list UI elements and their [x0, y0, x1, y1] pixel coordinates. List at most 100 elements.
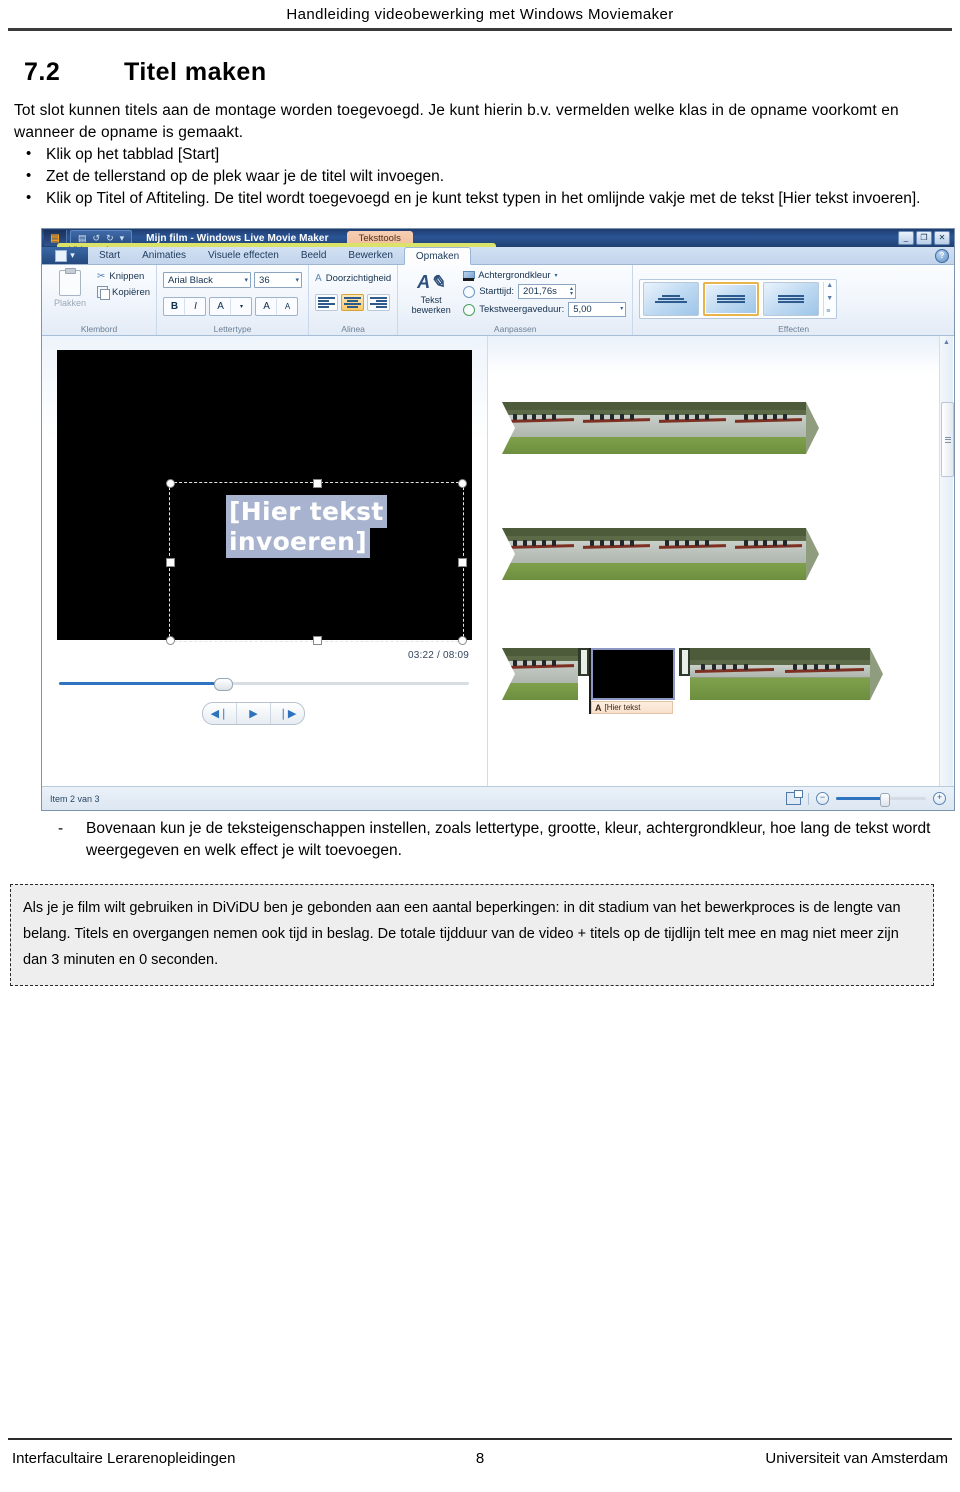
effect-thumb-sparkle-selected[interactable]: [703, 282, 760, 316]
tab-beeld[interactable]: Beeld: [290, 247, 338, 264]
group-label-lettertype: Lettertype: [213, 324, 252, 334]
instruction-list: Klik op het tabblad [Start] Zet de telle…: [14, 143, 944, 210]
next-frame-button[interactable]: ❘▶: [271, 703, 304, 724]
clipboard-icon: [59, 268, 81, 296]
maximize-icon[interactable]: ❐: [916, 231, 932, 245]
copy-button[interactable]: Kopiëren: [97, 286, 150, 300]
video-thumbnail[interactable]: [780, 648, 870, 700]
shrink-font-button[interactable]: A: [277, 298, 297, 315]
italic-button[interactable]: I: [185, 298, 205, 315]
close-icon[interactable]: ✕: [934, 231, 950, 245]
spinner-arrows-icon[interactable]: ▴ ▾: [570, 286, 573, 297]
edit-text-button[interactable]: A✎ Tekst bewerken: [404, 268, 458, 315]
storyboard-row[interactable]: [502, 528, 819, 580]
zoom-in-button[interactable]: +: [933, 792, 946, 805]
gallery-more-icon[interactable]: ≡: [826, 308, 833, 316]
tab-animaties[interactable]: Animaties: [131, 247, 197, 264]
minimize-icon[interactable]: _: [898, 231, 914, 245]
seek-handle[interactable]: [214, 678, 233, 691]
tab-visuele-effecten[interactable]: Visuele effecten: [197, 247, 290, 264]
resize-handle[interactable]: [166, 636, 175, 645]
background-color-button[interactable]: Achtergrondkleur ▾: [463, 270, 626, 281]
resize-handle[interactable]: [458, 558, 467, 567]
video-thumbnail[interactable]: [578, 402, 654, 454]
storyboard-row[interactable]: [502, 402, 819, 454]
video-thumbnail[interactable]: [730, 402, 806, 454]
effect-thumb-fly-in[interactable]: [643, 282, 700, 316]
chevron-down-icon[interactable]: ▾: [620, 306, 623, 312]
video-thumbnail[interactable]: [578, 528, 654, 580]
zoom-out-button[interactable]: −: [816, 792, 829, 805]
play-button[interactable]: ▶: [237, 703, 271, 724]
chevron-down-icon[interactable]: ▾: [120, 233, 125, 243]
align-center-button[interactable]: [341, 294, 365, 311]
scroll-down-icon[interactable]: ▼: [826, 295, 833, 303]
file-menu-button[interactable]: ▾: [42, 247, 88, 264]
paste-button[interactable]: Plakken: [48, 268, 92, 308]
chevron-down-icon[interactable]: ▾: [231, 298, 251, 315]
video-preview[interactable]: [Hier tekst invoeren]: [57, 350, 472, 645]
transparency-button[interactable]: A Doorzichtigheid: [315, 273, 391, 284]
undo-icon[interactable]: ↺: [93, 233, 101, 243]
section-number: 7.2: [24, 58, 61, 86]
scroll-up-icon[interactable]: ▲: [826, 282, 833, 290]
scroll-up-icon[interactable]: ▲: [940, 336, 953, 349]
title-clip-label[interactable]: A [Hier tekst: [591, 701, 673, 714]
callout-note-box: Als je je film wilt gebruiken in DiViDU …: [10, 884, 934, 986]
duration-field[interactable]: Tekstweergaveduur: 5,00 ▾: [463, 302, 627, 317]
storyboard-scrollbar[interactable]: ▲ ▼: [939, 336, 954, 810]
start-time-field[interactable]: Starttijd: 201,76s ▴ ▾: [463, 284, 626, 299]
zoom-slider-fill: [836, 797, 884, 800]
font-family-combo[interactable]: Arial Black ▾: [163, 272, 252, 288]
tab-bewerken[interactable]: Bewerken: [337, 247, 403, 264]
page-title: 7.2 Titel maken: [24, 58, 724, 87]
effect-thumb-snowflake[interactable]: [763, 282, 820, 316]
movie-maker-window: ▤ ▤ ↺ ↻ ▾ Mijn film - Windows Live Movie…: [41, 228, 955, 811]
duration-value: 5,00: [573, 304, 592, 315]
previous-frame-button[interactable]: ◀❘: [203, 703, 237, 724]
resize-handle[interactable]: [458, 636, 467, 645]
tab-start[interactable]: Start: [88, 247, 131, 264]
align-right-button[interactable]: [367, 294, 391, 311]
ribbon-group-lettertype: Arial Black ▾ 36 ▾ B I A ▾ A A Lettertyp…: [157, 265, 310, 335]
clip-end-notch: [870, 648, 883, 700]
tab-opmaken[interactable]: Opmaken: [403, 247, 472, 265]
start-time-spinner[interactable]: 201,76s ▴ ▾: [518, 284, 577, 299]
effects-gallery[interactable]: ▲ ▼ ≡: [639, 279, 838, 319]
zoom-slider[interactable]: [836, 793, 926, 807]
font-color-button[interactable]: A: [210, 298, 232, 315]
title-overlay-text[interactable]: [Hier tekst invoeren]: [226, 495, 387, 558]
resize-handle[interactable]: [312, 636, 322, 645]
resize-handle[interactable]: [458, 479, 467, 488]
zoom-slider-handle[interactable]: [880, 793, 890, 807]
video-thumbnail[interactable]: [690, 648, 780, 700]
redo-icon[interactable]: ↻: [106, 233, 114, 243]
title-textbox-selection[interactable]: [Hier tekst invoeren]: [166, 479, 467, 645]
resize-handle[interactable]: [312, 479, 322, 488]
video-thumbnail[interactable]: [730, 528, 806, 580]
help-icon[interactable]: ?: [935, 248, 949, 263]
video-thumbnail[interactable]: [654, 402, 730, 454]
grow-font-button[interactable]: A: [256, 298, 278, 315]
clock-icon: [463, 285, 476, 298]
align-left-button[interactable]: [315, 294, 339, 311]
page-footer: Interfacultaire Lerarenopleidingen 8 Uni…: [0, 1446, 960, 1476]
font-size-combo[interactable]: 36 ▾: [254, 272, 303, 288]
storyboard-view-icon[interactable]: [786, 790, 803, 805]
seek-bar[interactable]: [59, 678, 469, 691]
copy-icon: [97, 286, 110, 300]
cut-button[interactable]: ✂ Knippen: [97, 271, 150, 282]
gallery-scrollbar[interactable]: ▲ ▼ ≡: [823, 282, 833, 316]
item-count-label: Item 2 van 3: [50, 793, 100, 804]
video-thumbnail[interactable]: [654, 528, 730, 580]
bold-button[interactable]: B: [164, 298, 186, 315]
resize-handle[interactable]: [166, 558, 175, 567]
resize-handle[interactable]: [166, 479, 175, 488]
storyboard-row[interactable]: A [Hier tekst: [502, 648, 883, 714]
title-clip-selected[interactable]: [591, 648, 675, 700]
scrollbar-thumb[interactable]: [941, 402, 954, 477]
duration-combo[interactable]: 5,00 ▾: [568, 302, 627, 317]
save-icon[interactable]: ▤: [78, 233, 87, 243]
scrollbar-grip-icon: [944, 435, 951, 444]
storyboard-pane: A [Hier tekst ▲: [488, 336, 954, 810]
